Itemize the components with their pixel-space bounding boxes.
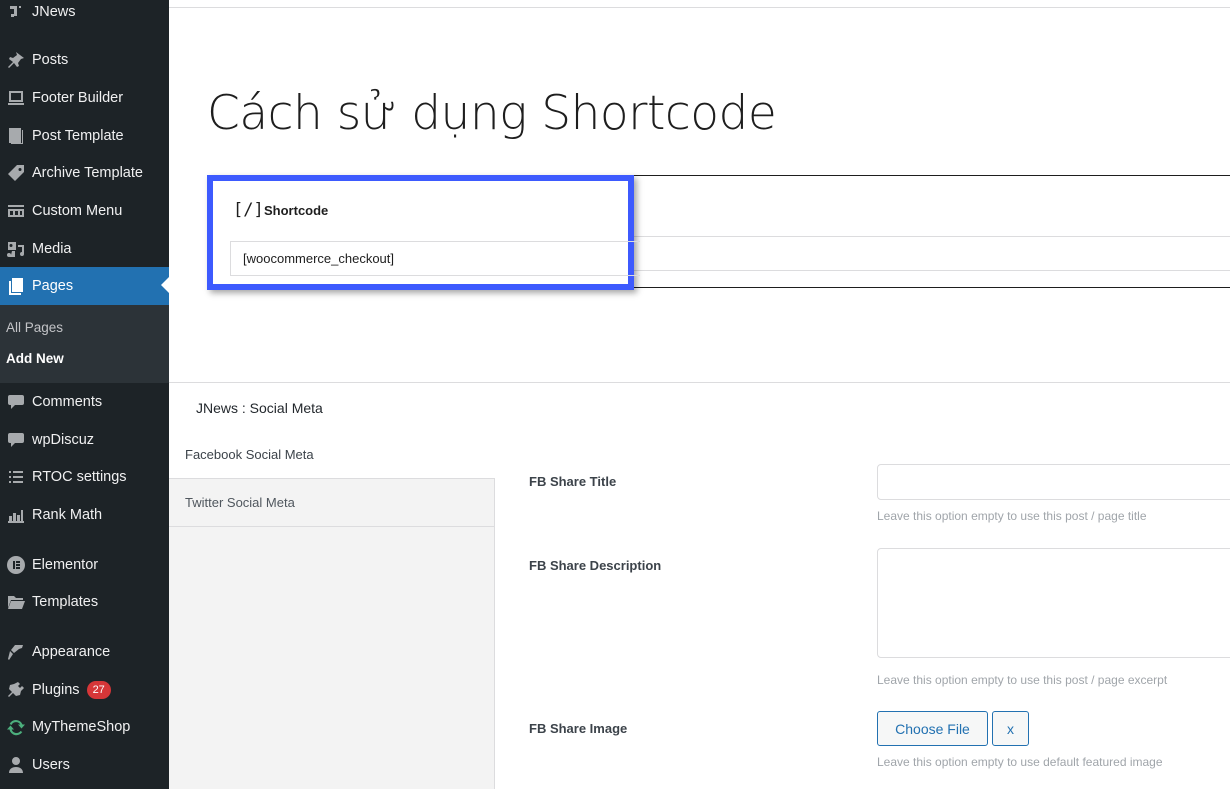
- document-icon: [0, 126, 32, 146]
- chart-icon: [0, 505, 32, 525]
- folder-icon: [0, 592, 32, 612]
- tab-twitter-social-meta[interactable]: Twitter Social Meta: [169, 479, 495, 527]
- shortcode-block[interactable]: [/] Shortcode [woocommerce_checkout]: [207, 175, 640, 290]
- sidebar-item-rank-math[interactable]: Rank Math: [0, 497, 169, 533]
- tag-icon: [0, 163, 32, 183]
- sidebar-item-pages[interactable]: Pages: [0, 267, 169, 305]
- choose-file-button[interactable]: Choose File: [877, 711, 988, 746]
- jnews-icon: [0, 2, 32, 22]
- block-input-top-border: [630, 236, 1230, 237]
- user-icon: [0, 755, 32, 775]
- sidebar-item-footer-builder[interactable]: Footer Builder: [0, 80, 169, 116]
- tab-facebook-social-meta[interactable]: Facebook Social Meta: [169, 431, 495, 479]
- sidebar-item-rtoc-settings[interactable]: RTOC settings: [0, 459, 169, 495]
- shortcode-icon: [/]: [233, 200, 264, 220]
- sidebar-item-templates[interactable]: Templates: [0, 584, 169, 620]
- comment-icon: [0, 430, 32, 450]
- elementor-icon: [0, 555, 32, 575]
- shortcode-input[interactable]: [woocommerce_checkout]: [230, 241, 640, 276]
- fb-share-image-label: FB Share Image: [529, 721, 628, 736]
- sidebar-item-wpdiscuz[interactable]: wpDiscuz: [0, 422, 169, 458]
- social-meta-title[interactable]: JNews : Social Meta: [196, 400, 323, 416]
- sidebar-item-media[interactable]: Media: [0, 231, 169, 267]
- sidebar-item-elementor[interactable]: Elementor: [0, 547, 169, 583]
- submenu-all-pages[interactable]: All Pages: [6, 320, 63, 335]
- media-icon: [0, 239, 32, 259]
- sidebar-item-posts[interactable]: Posts: [0, 42, 169, 78]
- monitor-icon: [0, 88, 32, 108]
- sidebar-item-comments[interactable]: Comments: [0, 384, 169, 420]
- pin-icon: [0, 50, 32, 70]
- brush-icon: [0, 642, 32, 662]
- sidebar-item-jnews[interactable]: JNews: [0, 0, 169, 30]
- block-input-bottom-border: [630, 270, 1230, 271]
- fb-share-description-textarea[interactable]: [877, 548, 1230, 658]
- list-icon: [0, 467, 32, 487]
- clear-image-button[interactable]: x: [992, 711, 1029, 746]
- sidebar-item-archive-template[interactable]: Archive Template: [0, 155, 169, 191]
- fb-share-description-label: FB Share Description: [529, 558, 662, 573]
- fb-share-image-hint: Leave this option empty to use default f…: [877, 755, 1163, 769]
- sidebar-item-custom-menu[interactable]: Custom Menu: [0, 193, 169, 229]
- sidebar-item-users[interactable]: Users: [0, 747, 169, 783]
- plugins-update-badge: 27: [86, 681, 111, 699]
- social-meta-tabs: Facebook Social Meta Twitter Social Meta: [169, 431, 495, 789]
- sidebar-item-plugins[interactable]: Plugins 27: [0, 672, 169, 708]
- menu-grid-icon: [0, 201, 32, 221]
- sidebar-item-appearance[interactable]: Appearance: [0, 634, 169, 670]
- comment-icon: [0, 392, 32, 412]
- plug-icon: [0, 680, 32, 700]
- editor-header-divider: [169, 7, 1230, 8]
- fb-share-title-hint: Leave this option empty to use this post…: [877, 509, 1147, 523]
- fb-share-title-label: FB Share Title: [529, 474, 617, 489]
- meta-box-divider: [169, 382, 1230, 383]
- pages-icon: [0, 276, 32, 296]
- submenu-add-new[interactable]: Add New: [6, 351, 64, 366]
- shortcode-block-label: Shortcode: [264, 203, 329, 218]
- fb-share-description-hint: Leave this option empty to use this post…: [877, 673, 1168, 687]
- admin-sidebar: JNews Posts Footer Builder Post Template…: [0, 0, 169, 789]
- sidebar-item-mythemeshop[interactable]: MyThemeShop: [0, 709, 169, 745]
- refresh-icon: [0, 717, 32, 737]
- sidebar-item-post-template[interactable]: Post Template: [0, 118, 169, 154]
- fb-share-title-input[interactable]: [877, 464, 1230, 500]
- pages-submenu: All Pages Add New: [0, 305, 169, 383]
- page-title[interactable]: Cách sử dụng Shortcode: [207, 86, 777, 141]
